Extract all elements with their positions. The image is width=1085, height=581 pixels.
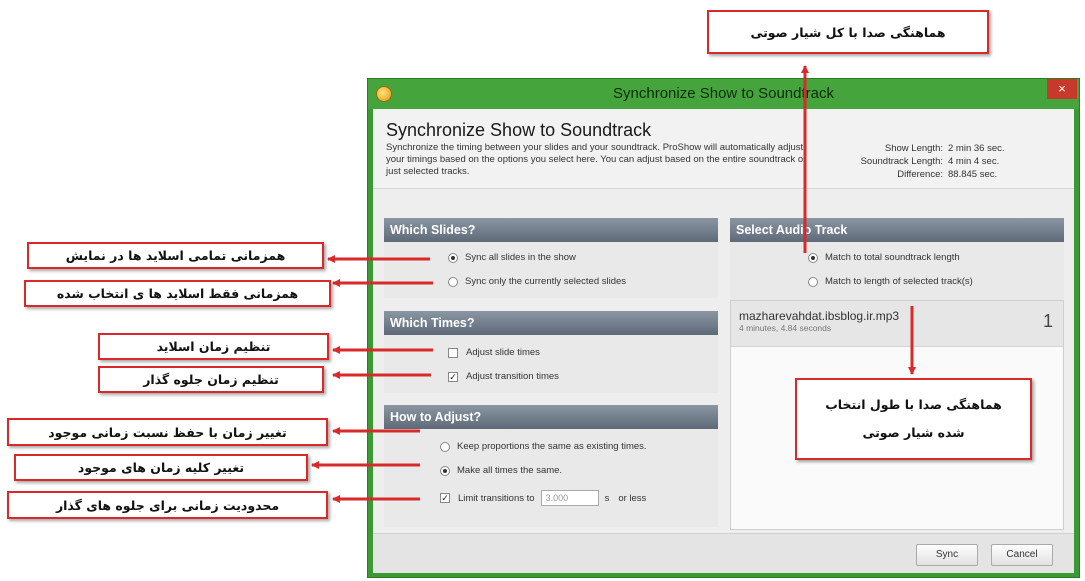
make-all-same-option[interactable]: Make all times the same.: [440, 465, 562, 476]
radio-button[interactable]: [808, 252, 818, 263]
dialog-heading: Synchronize Show to Soundtrack: [386, 120, 652, 140]
radio-button[interactable]: [448, 276, 458, 287]
callout-selected-track: هماهنگی صدا با طول انتخاب شده شیار صوتی: [795, 378, 1032, 460]
sync-dialog: Synchronize Show to Soundtrack × Synchro…: [367, 78, 1080, 578]
sync-button[interactable]: Sync: [916, 544, 978, 566]
option-label: Match to length of selected track(s): [825, 276, 973, 287]
limit-unit: s: [604, 492, 610, 504]
dialog-client-area: Synchronize Show to Soundtrack Synchroni…: [373, 109, 1074, 573]
stat-value: 2 min 36 sec.: [948, 143, 1005, 154]
limit-suffix: or less: [618, 492, 647, 504]
which-times-panel: Which Times? Adjust slide times ✓ Adjust…: [384, 311, 718, 393]
radio-button[interactable]: [808, 276, 818, 287]
option-label: Sync only the currently selected slides: [465, 276, 627, 287]
callout-limit-transitions: محدودیت زمانی برای جلوه های گذار: [7, 491, 328, 519]
option-label: Make all times the same.: [457, 465, 563, 476]
radio-button[interactable]: [448, 252, 458, 263]
close-button[interactable]: ×: [1047, 79, 1077, 99]
match-selected-tracks-option[interactable]: Match to length of selected track(s): [808, 276, 973, 287]
track-duration: 4 minutes, 4.84 seconds: [739, 323, 832, 333]
title-bar: Synchronize Show to Soundtrack ×: [368, 79, 1079, 109]
how-to-adjust-heading: How to Adjust?: [384, 405, 718, 429]
callout-total-soundtrack: هماهنگی صدا با کل شیار صوتی: [707, 10, 989, 54]
window-title: Synchronize Show to Soundtrack: [613, 85, 834, 102]
checkbox[interactable]: ✓: [440, 493, 450, 503]
limit-transitions-option[interactable]: ✓ Limit transitions to 3.000 s or less: [440, 490, 646, 506]
option-label: Adjust slide times: [466, 347, 540, 358]
stat-label: Show Length:: [884, 143, 943, 154]
option-label: Limit transitions to: [458, 492, 535, 504]
stat-value: 4 min 4 sec.: [948, 156, 1000, 167]
option-label: Sync all slides in the show: [465, 252, 576, 263]
callout-line: هماهنگی صدا با طول انتخاب: [825, 397, 1002, 412]
option-label: Match to total soundtrack length: [825, 252, 960, 263]
callout-line: شده شیار صوتی: [862, 425, 965, 440]
callout-keep-proportion: تغییر زمان با حفظ نسبت زمانی موجود: [7, 418, 328, 446]
which-times-heading: Which Times?: [384, 311, 718, 335]
stat-difference: Difference: 88.845 sec.: [833, 168, 1040, 181]
stat-label: Difference:: [897, 169, 943, 180]
callout-make-same: تغییر کلیه زمان های موجود: [14, 454, 308, 481]
limit-seconds-input[interactable]: 3.000: [540, 490, 599, 506]
checkbox[interactable]: [448, 347, 458, 358]
keep-proportions-option[interactable]: Keep proportions the same as existing ti…: [440, 441, 647, 452]
adjust-transition-times-option[interactable]: ✓ Adjust transition times: [448, 371, 559, 382]
proshow-app-icon: [376, 86, 392, 102]
option-label: Keep proportions the same as existing ti…: [457, 441, 647, 452]
callout-sync-all: همزمانی تمامی اسلاید ها در نمایش: [27, 242, 324, 269]
which-slides-heading: Which Slides?: [384, 218, 718, 242]
cancel-button[interactable]: Cancel: [991, 544, 1053, 566]
track-file-name: mazharevahdat.ibsblog.ir.mp3: [739, 309, 900, 323]
option-label: Adjust transition times: [466, 371, 559, 382]
stat-show-length: Show Length: 2 min 36 sec.: [833, 142, 1040, 155]
radio-button[interactable]: [440, 441, 450, 452]
stat-soundtrack-length: Soundtrack Length: 4 min 4 sec.: [833, 155, 1040, 168]
which-slides-panel: Which Slides? Sync all slides in the sho…: [384, 218, 718, 298]
track-number: 1: [1042, 311, 1053, 331]
radio-button[interactable]: [440, 465, 450, 476]
sync-selected-slides-option[interactable]: Sync only the currently selected slides: [448, 276, 626, 287]
select-audio-track-heading: Select Audio Track: [730, 218, 1064, 242]
callout-transition-time: تنظیم زمان جلوه گذار: [98, 366, 324, 393]
how-to-adjust-panel: How to Adjust? Keep proportions the same…: [384, 405, 718, 527]
match-total-length-option[interactable]: Match to total soundtrack length: [808, 252, 960, 263]
sync-all-slides-option[interactable]: Sync all slides in the show: [448, 252, 576, 263]
dialog-header: Synchronize Show to Soundtrack Synchroni…: [373, 109, 1074, 189]
track-row[interactable]: mazharevahdat.ibsblog.ir.mp3 4 minutes, …: [731, 301, 1063, 347]
stat-value: 88.845 sec.: [948, 169, 998, 180]
select-audio-track-panel: Select Audio Track Match to total soundt…: [730, 218, 1064, 530]
callout-slide-time: تنظیم زمان اسلاید: [98, 333, 329, 360]
dialog-description: Synchronize the timing between your slid…: [386, 142, 807, 177]
length-stats: Show Length: 2 min 36 sec. Soundtrack Le…: [833, 142, 1040, 181]
stat-label: Soundtrack Length:: [860, 156, 943, 167]
dialog-footer: Sync Cancel: [373, 533, 1074, 573]
callout-sync-selected: همزمانی فقط اسلاید ها ی انتخاب شده: [24, 280, 331, 307]
adjust-slide-times-option[interactable]: Adjust slide times: [448, 347, 540, 358]
checkbox[interactable]: ✓: [448, 371, 458, 382]
